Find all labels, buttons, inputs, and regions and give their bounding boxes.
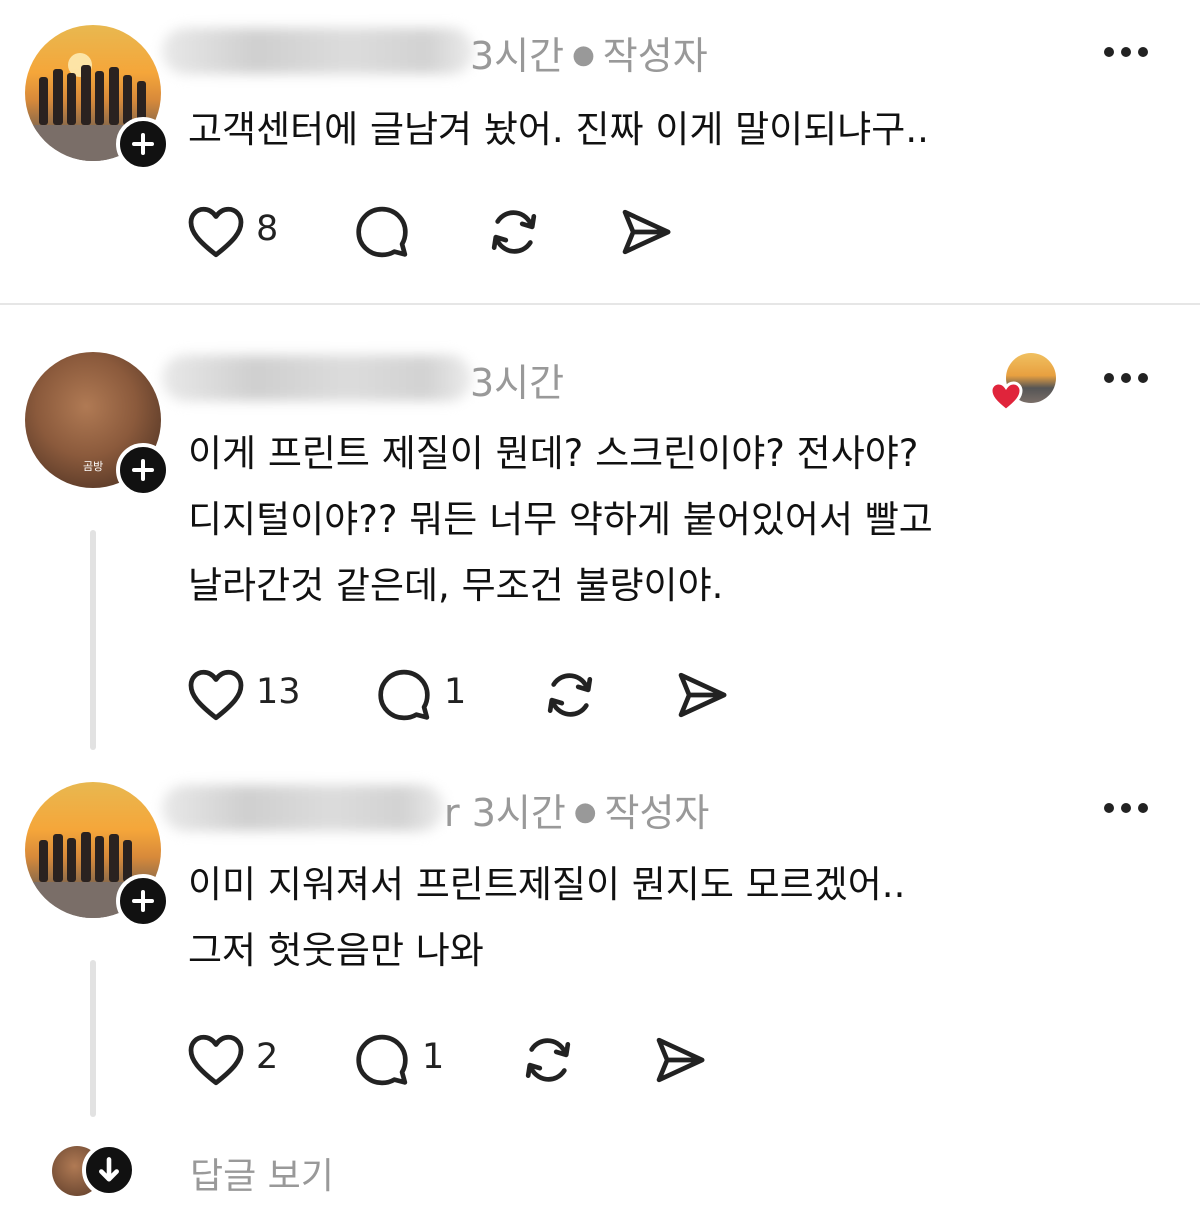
comment-icon[interactable]: [376, 667, 432, 723]
more-icon[interactable]: [1104, 803, 1148, 815]
username-blurred[interactable]: [162, 355, 472, 401]
meta-dot: ●: [573, 797, 597, 827]
repost-icon[interactable]: [542, 667, 598, 723]
heart-filled-icon: [989, 381, 1023, 413]
like-count: 13: [256, 672, 301, 712]
heart-icon[interactable]: [186, 1031, 246, 1087]
post-meta: 3시간 ● 작성자: [470, 25, 708, 80]
like-count: 8: [256, 209, 279, 249]
thread-line: [90, 530, 96, 750]
post-text-line: 이게 프린트 제질이 뭔데? 스크린이야? 전사야?: [188, 432, 919, 475]
post-text-line: 고객센터에 글남겨 놨어. 진짜 이게 말이되냐구..: [188, 108, 929, 151]
thread-line: [90, 960, 96, 1117]
heart-icon[interactable]: [186, 666, 246, 722]
repost-icon[interactable]: [486, 204, 542, 260]
username-blurred[interactable]: [162, 28, 474, 74]
author-tag: 작성자: [604, 791, 710, 835]
view-replies-link[interactable]: 답글 보기: [190, 1147, 334, 1199]
follow-plus-icon[interactable]: [116, 443, 170, 497]
post-text-line: 그저 헛웃음만 나와: [188, 929, 484, 972]
follow-plus-icon[interactable]: [116, 117, 170, 171]
post-text-line: 이미 지워져서 프린트제질이 뭔지도 모르겠어..: [188, 863, 906, 906]
username-blurred[interactable]: [162, 785, 444, 831]
repost-icon[interactable]: [520, 1032, 576, 1088]
comment-icon[interactable]: [354, 204, 410, 260]
post-text: 이게 프린트 제질이 뭔데? 스크린이야? 전사야? 디지털이야?? 뭐든 너무…: [188, 421, 933, 619]
post-time: 3시간: [470, 361, 565, 405]
meta-dot: ●: [572, 40, 595, 70]
reply-count: 1: [422, 1037, 445, 1077]
heart-icon[interactable]: [186, 203, 246, 259]
author-tag: 작성자: [602, 34, 708, 78]
post-text-line: 날라간것 같은데, 무조건 불량이야.: [188, 564, 724, 607]
follow-plus-icon[interactable]: [116, 874, 170, 928]
post-meta: r 3시간 ● 작성자: [444, 782, 709, 837]
username-tail: r: [444, 791, 460, 835]
post-time: 3시간: [470, 34, 565, 78]
more-icon[interactable]: [1104, 47, 1148, 59]
arrow-down-icon[interactable]: [82, 1143, 136, 1197]
post-meta: 3시간: [470, 352, 564, 407]
comment-icon[interactable]: [354, 1032, 410, 1088]
post-text: 고객센터에 글남겨 놨어. 진짜 이게 말이되냐구..: [188, 97, 929, 163]
reply-count: 1: [444, 672, 467, 712]
post-time: 3시간: [471, 791, 566, 835]
more-icon[interactable]: [1104, 373, 1148, 385]
like-count: 2: [256, 1037, 279, 1077]
avatar-caption: 곰방: [83, 460, 104, 473]
share-icon[interactable]: [674, 667, 730, 723]
divider: [0, 303, 1200, 305]
post-text-line: 디지털이야?? 뭐든 너무 약하게 붙어있어서 빨고: [188, 498, 933, 541]
share-icon[interactable]: [652, 1032, 708, 1088]
share-icon[interactable]: [618, 204, 674, 260]
post-text: 이미 지워져서 프린트제질이 뭔지도 모르겠어.. 그저 헛웃음만 나와: [188, 852, 905, 984]
